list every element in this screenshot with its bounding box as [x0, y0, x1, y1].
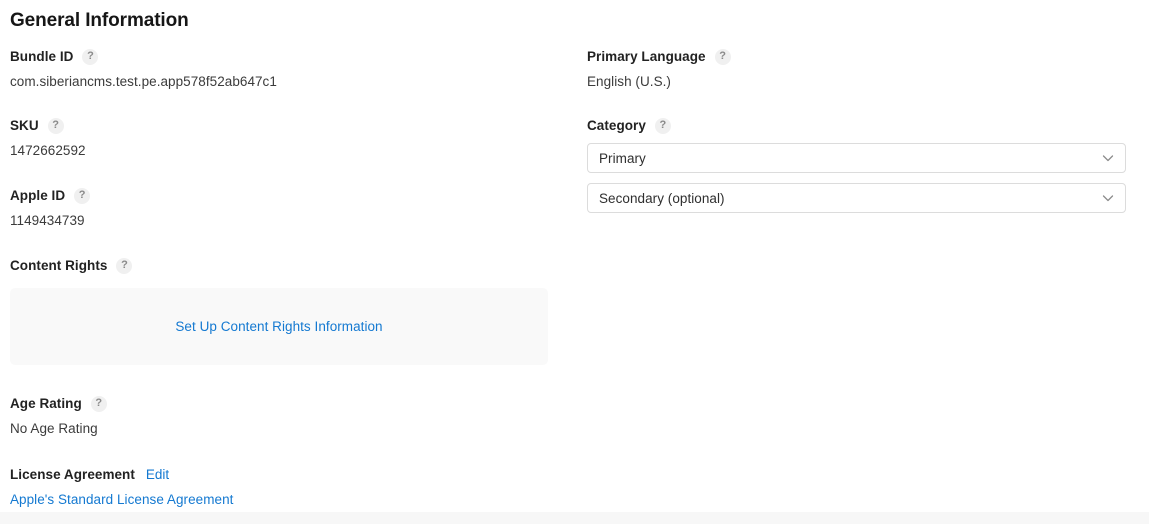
help-icon[interactable]: ? — [74, 188, 90, 204]
help-icon[interactable]: ? — [715, 49, 731, 65]
content-rights-label: Content Rights — [10, 258, 107, 273]
bundle-id-value: com.siberiancms.test.pe.app578f52ab647c1 — [10, 74, 277, 89]
help-icon[interactable]: ? — [91, 396, 107, 412]
standard-license-agreement-link[interactable]: Apple's Standard License Agreement — [10, 492, 233, 507]
edit-license-agreement-link[interactable]: Edit — [146, 467, 169, 482]
license-agreement-value-row: Apple's Standard License Agreement — [10, 492, 233, 507]
primary-language-label-row: Primary Language ? — [587, 48, 731, 65]
primary-language-label: Primary Language — [587, 49, 706, 64]
field-age-rating: Age Rating ? No Age Rating — [10, 395, 107, 436]
field-apple-id: Apple ID ? 1149434739 — [10, 187, 90, 228]
category-label: Category — [587, 118, 646, 133]
setup-content-rights-link[interactable]: Set Up Content Rights Information — [175, 319, 382, 334]
field-license-agreement: License Agreement Edit Apple's Standard … — [10, 466, 233, 507]
page-fold-strip — [0, 512, 1149, 524]
sku-value: 1472662592 — [10, 143, 86, 158]
bundle-id-label: Bundle ID — [10, 49, 73, 64]
sku-label: SKU — [10, 118, 39, 133]
apple-id-value: 1149434739 — [10, 213, 90, 228]
content-rights-label-row: Content Rights ? — [10, 257, 132, 274]
sku-label-row: SKU ? — [10, 117, 86, 134]
primary-language-value: English (U.S.) — [587, 74, 731, 89]
license-agreement-label: License Agreement — [10, 467, 135, 482]
apple-id-label: Apple ID — [10, 188, 65, 203]
age-rating-label-row: Age Rating ? — [10, 395, 107, 412]
general-information-page: General Information Bundle ID ? com.sibe… — [0, 0, 1149, 524]
category-selects: Primary Secondary (optional) — [587, 143, 1126, 213]
content-rights-panel: Set Up Content Rights Information — [10, 288, 548, 365]
bundle-id-label-row: Bundle ID ? — [10, 48, 277, 65]
category-label-row: Category ? — [587, 117, 1126, 134]
category-primary-select[interactable]: Primary — [587, 143, 1126, 173]
field-primary-language: Primary Language ? English (U.S.) — [587, 48, 731, 89]
category-secondary-select-value: Secondary (optional) — [588, 191, 725, 206]
help-icon[interactable]: ? — [116, 258, 132, 274]
category-primary-select-value: Primary — [588, 151, 646, 166]
chevron-down-icon — [1101, 191, 1115, 205]
chevron-down-icon — [1101, 151, 1115, 165]
age-rating-value: No Age Rating — [10, 421, 107, 436]
license-agreement-label-row: License Agreement Edit — [10, 466, 233, 483]
field-bundle-id: Bundle ID ? com.siberiancms.test.pe.app5… — [10, 48, 277, 89]
apple-id-label-row: Apple ID ? — [10, 187, 90, 204]
age-rating-label: Age Rating — [10, 396, 82, 411]
field-sku: SKU ? 1472662592 — [10, 117, 86, 158]
help-icon[interactable]: ? — [655, 118, 671, 134]
page-title: General Information — [10, 10, 189, 32]
field-content-rights: Content Rights ? — [10, 257, 132, 274]
help-icon[interactable]: ? — [82, 49, 98, 65]
field-category: Category ? Primary Secondary (optional) — [587, 117, 1126, 213]
help-icon[interactable]: ? — [48, 118, 64, 134]
category-secondary-select[interactable]: Secondary (optional) — [587, 183, 1126, 213]
